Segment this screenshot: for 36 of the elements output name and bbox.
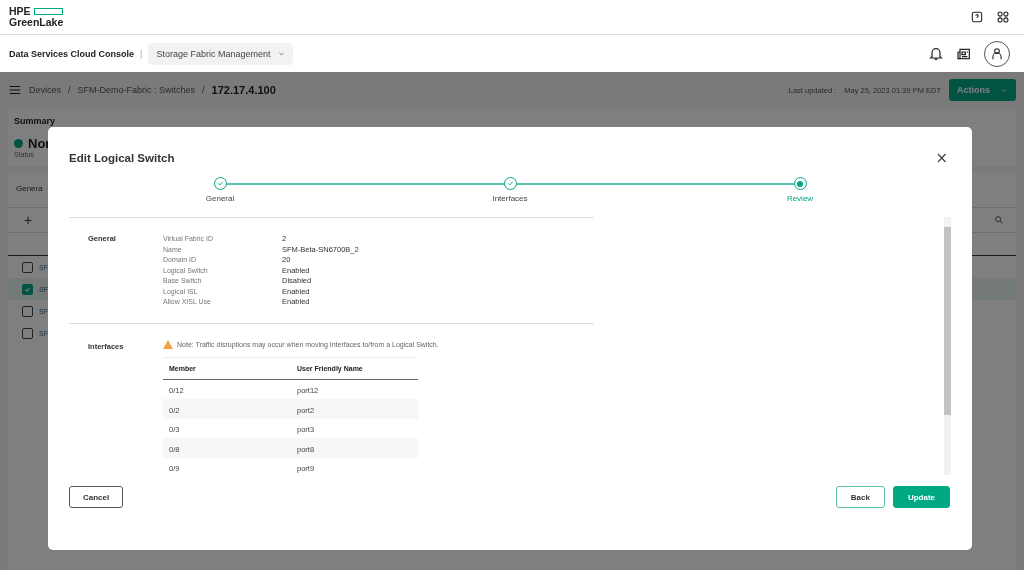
actions-button[interactable]: Actions — [949, 79, 1016, 101]
apps-icon[interactable] — [996, 10, 1010, 24]
chevron-down-icon — [1000, 86, 1008, 94]
row-checkbox[interactable] — [22, 261, 33, 273]
breadcrumb-separator: / — [68, 85, 71, 95]
step-label[interactable]: General — [205, 194, 235, 203]
warning-icon — [163, 339, 173, 349]
update-button[interactable]: Update — [892, 486, 950, 508]
title-separator: | — [140, 48, 143, 59]
step-label[interactable]: Interfaces — [492, 194, 528, 203]
check-icon — [24, 285, 31, 293]
help-icon[interactable] — [970, 10, 984, 24]
status-dot — [14, 139, 23, 148]
cancel-button[interactable]: Cancel — [69, 486, 124, 508]
scrollbar[interactable] — [944, 217, 951, 475]
row-checkbox[interactable] — [22, 283, 33, 295]
breadcrumb-current: 172.17.4.100 — [211, 84, 276, 96]
row-checkbox[interactable] — [22, 327, 33, 339]
close-button[interactable]: × — [932, 149, 951, 167]
step-label[interactable]: Review — [786, 194, 814, 203]
breadcrumb-link[interactable]: SFM-Demo-Fabric : Switches — [77, 85, 196, 95]
service-dropdown[interactable]: Storage Fabric Management — [148, 42, 294, 65]
breadcrumb-link[interactable]: Devices — [29, 85, 61, 95]
chevron-down-icon — [278, 50, 286, 57]
back-button[interactable]: Back — [835, 486, 885, 508]
summary-title: Summary — [14, 116, 57, 126]
breadcrumb-separator: / — [202, 85, 205, 95]
row-checkbox[interactable] — [22, 305, 33, 317]
console-title: Data Services Cloud Console — [9, 48, 135, 59]
add-button[interactable]: + — [24, 212, 33, 228]
hpe-greenlake-logo[interactable]: HPE GreenLake — [9, 6, 64, 28]
menu-icon[interactable] — [8, 83, 22, 97]
search-icon[interactable] — [994, 215, 1004, 225]
bell-icon[interactable] — [928, 45, 944, 62]
status-value: Nor — [28, 136, 51, 151]
dialog-title: Edit Logical Switch — [69, 152, 175, 164]
